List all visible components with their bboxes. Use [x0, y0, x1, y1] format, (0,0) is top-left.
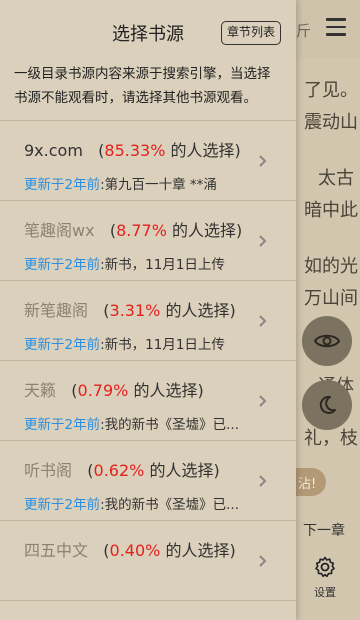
source-notice: 一级目录书源内容来源于搜索引擎，当选择书源不能观看时，请选择其他书源观看。	[14, 66, 271, 106]
chevron-right-icon	[259, 555, 267, 567]
update-text: :我的新书《圣墟》已...	[100, 417, 240, 433]
reader-line: 震动山	[304, 112, 358, 133]
source-name: 四五中文	[24, 541, 89, 560]
source-name: 听书阁	[24, 461, 73, 480]
eye-mode-button[interactable]	[302, 316, 352, 366]
source-update-row: 更新于2年前:我的新书《圣墟》已...	[24, 413, 239, 433]
source-update-row: 更新于2年前:第九百一十章 **涌	[24, 173, 217, 193]
source-suffix: 的人选择)	[165, 541, 236, 560]
update-label: 更新于2年前	[24, 497, 101, 513]
source-name-row: 9x.com (85.33% 的人选择)	[24, 141, 241, 160]
panel-header: 选择书源 章节列表	[0, 0, 296, 62]
source-percent: 0.62%	[93, 461, 145, 480]
settings-button[interactable]: 设置	[308, 556, 342, 600]
source-percent: 0.79%	[77, 381, 129, 400]
chevron-right-icon	[259, 315, 267, 327]
eye-icon	[314, 334, 340, 348]
moon-icon	[319, 395, 336, 414]
source-name: 天籁	[24, 381, 57, 400]
source-select-panel: 选择书源 章节列表 一级目录书源内容来源于搜索引擎，当选择书源不能观看时，请选择…	[0, 0, 296, 620]
source-suffix: 的人选择)	[133, 381, 204, 400]
chevron-right-icon	[259, 475, 267, 487]
source-suffix: 的人选择)	[165, 301, 236, 320]
update-text: :我的新书《圣墟》已...	[100, 497, 240, 513]
chapter-list-button[interactable]: 章节列表	[221, 21, 282, 45]
update-label: 更新于2年前	[24, 177, 101, 193]
reader-line: 暗中此	[304, 200, 358, 221]
source-item[interactable]: 9x.com (85.33% 的人选择) 更新于2年前:第九百一十章 **涌	[0, 121, 296, 201]
source-name: 新笔趣阁	[24, 301, 89, 320]
reader-line: 万山间	[304, 288, 358, 309]
source-percent: 0.40%	[109, 541, 161, 560]
chevron-right-icon	[259, 155, 267, 167]
source-update-row: 更新于2年前:新书，11月1日上传	[24, 333, 225, 353]
source-name-row: 新笔趣阁 (3.31% 的人选择)	[24, 301, 236, 320]
chevron-right-icon	[259, 395, 267, 407]
source-percent: 3.31%	[109, 301, 161, 320]
reader-line: 了见。	[304, 80, 358, 101]
source-item[interactable]: 新笔趣阁 (3.31% 的人选择) 更新于2年前:新书，11月1日上传	[0, 281, 296, 361]
source-item[interactable]: 笔趣阁wx (8.77% 的人选择) 更新于2年前:新书，11月1日上传	[0, 201, 296, 281]
settings-label: 设置	[314, 586, 336, 599]
toolbar-text-fragment: 斤	[296, 22, 312, 40]
reader-action-pill[interactable]: 沾!	[296, 468, 326, 496]
update-label: 更新于2年前	[24, 337, 101, 353]
reader-line: 太古	[318, 168, 354, 189]
source-name-row: 天籁 (0.79% 的人选择)	[24, 381, 204, 400]
reader-line: 如的光	[304, 256, 358, 277]
reader-toolbar: 斤	[296, 0, 360, 58]
source-percent: 85.33%	[104, 141, 166, 160]
update-label: 更新于2年前	[24, 417, 101, 433]
source-suffix: 的人选择)	[172, 221, 243, 240]
source-update-row: 更新于2年前:新书，11月1日上传	[24, 253, 225, 273]
night-mode-button[interactable]	[302, 380, 352, 430]
next-chapter-button[interactable]: 下一章	[303, 520, 345, 540]
source-item[interactable]: 天籁 (0.79% 的人选择) 更新于2年前:我的新书《圣墟》已...	[0, 361, 296, 441]
source-suffix: 的人选择)	[149, 461, 220, 480]
source-item[interactable]: 四五中文 (0.40% 的人选择)	[0, 521, 296, 601]
source-percent: 8.77%	[116, 221, 167, 240]
source-name-row: 听书阁 (0.62% 的人选择)	[24, 461, 220, 480]
menu-icon[interactable]	[326, 18, 346, 36]
chevron-right-icon	[259, 235, 267, 247]
source-name: 9x.com	[24, 141, 83, 160]
source-item[interactable]: 听书阁 (0.62% 的人选择) 更新于2年前:我的新书《圣墟》已...	[0, 441, 296, 521]
update-text: :第九百一十章 **涌	[100, 177, 217, 193]
source-update-row: 更新于2年前:我的新书《圣墟》已...	[24, 493, 239, 513]
gear-icon	[315, 556, 335, 578]
update-text: :新书，11月1日上传	[100, 337, 225, 353]
source-suffix: 的人选择)	[170, 141, 241, 160]
update-text: :新书，11月1日上传	[100, 257, 225, 273]
source-list: 9x.com (85.33% 的人选择) 更新于2年前:第九百一十章 **涌 笔…	[0, 121, 296, 601]
source-name-row: 四五中文 (0.40% 的人选择)	[24, 541, 236, 560]
update-label: 更新于2年前	[24, 257, 101, 273]
source-name: 笔趣阁wx	[24, 221, 95, 240]
source-name-row: 笔趣阁wx (8.77% 的人选择)	[24, 221, 243, 240]
